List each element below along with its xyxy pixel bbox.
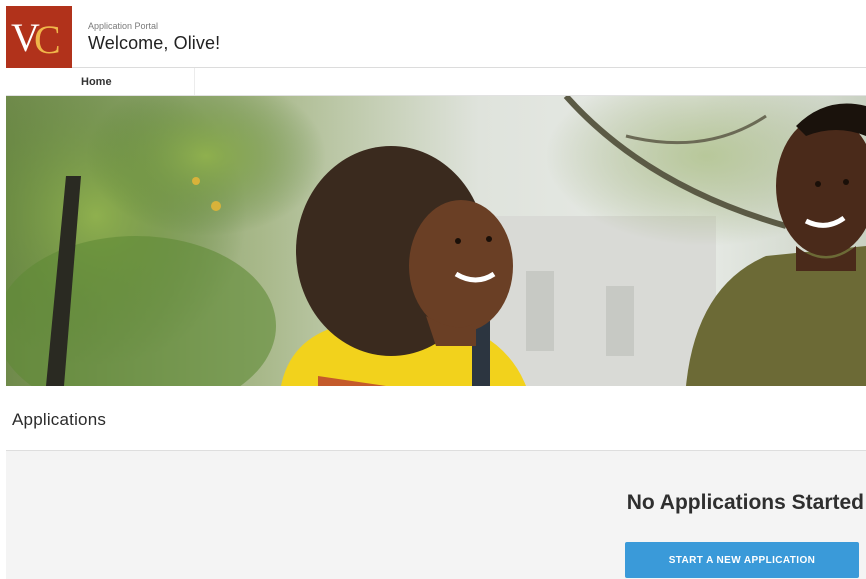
- main-nav: Home: [6, 68, 866, 96]
- welcome-message: Welcome, Olive!: [88, 33, 221, 53]
- hero-banner-image: [6, 96, 866, 386]
- applications-empty-panel: No Applications Started START A NEW APPL…: [6, 451, 866, 579]
- application-portal-page: V C Application Portal Welcome, Olive! H…: [6, 6, 866, 579]
- applications-title: Applications: [12, 410, 107, 429]
- start-new-application-button[interactable]: START A NEW APPLICATION: [625, 542, 859, 578]
- portal-header: V C Application Portal Welcome, Olive!: [6, 6, 866, 68]
- applications-section-header: Applications: [6, 386, 866, 451]
- portal-label: Application Portal: [88, 21, 159, 31]
- no-applications-message: No Applications Started: [626, 491, 864, 514]
- tab-home[interactable]: Home: [72, 68, 195, 95]
- vc-logo[interactable]: V C: [6, 6, 72, 68]
- svg-text:C: C: [34, 17, 61, 62]
